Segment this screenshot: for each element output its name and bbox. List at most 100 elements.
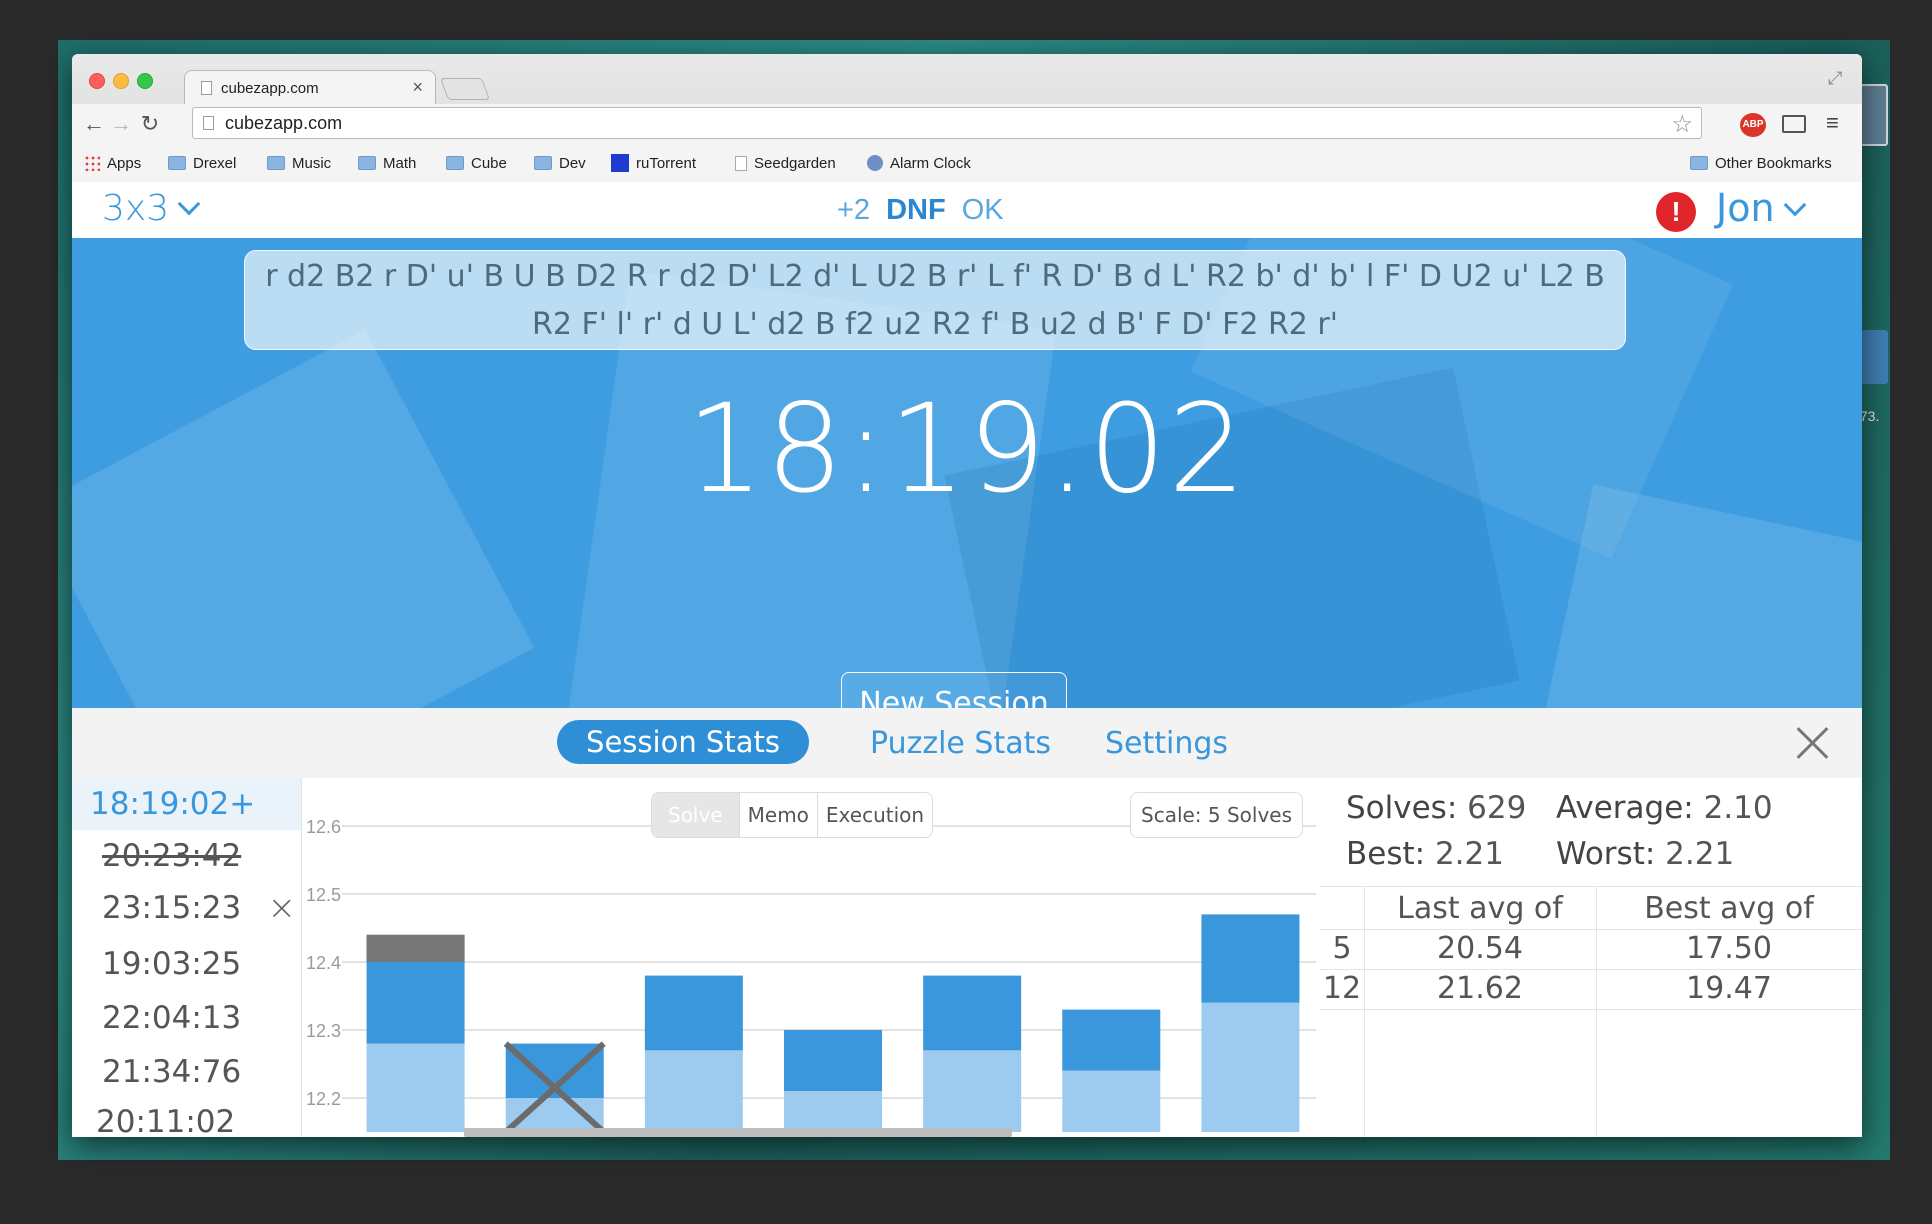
table-divider [1320,929,1862,930]
bar-memo [366,1043,465,1132]
desktop-thumbnail[interactable] [1860,84,1888,146]
table-divider [1320,969,1862,970]
time-item[interactable]: 23:15:23 × [72,882,301,934]
bar-execution [644,975,743,1051]
rutorrent-icon [611,154,629,172]
page-icon [735,155,747,171]
worst-stat: Worst: 2.21 [1556,836,1735,872]
alert-icon[interactable]: ! [1656,192,1696,232]
tab-title: cubezapp.com [221,80,319,97]
new-tab-button[interactable] [439,78,491,100]
chart-scrollbar[interactable] [464,1128,1012,1137]
solves-stat: Solves: 629 [1346,790,1527,826]
tab-settings[interactable]: Settings [1105,726,1228,761]
best-stat: Best: 2.21 [1346,836,1504,872]
browser-toolbar: ← → ↻ cubezapp.com ☆ ABP ≡ [72,104,1862,144]
mode-memo-button[interactable]: Memo [738,793,817,837]
y-tick-label: 12.3 [306,1021,341,1041]
bookmark-seedgarden[interactable]: Seedgarden [735,153,836,173]
new-session-button[interactable]: New Session [841,672,1067,708]
browser-window: cubezapp.com × ⤢ ← → ↻ cubezapp.com ☆ AB… [72,54,1862,1137]
close-icon[interactable] [1794,724,1830,760]
tab-puzzle-stats[interactable]: Puzzle Stats [870,726,1051,761]
address-bar-url[interactable]: cubezapp.com [225,113,342,134]
time-item[interactable]: 21:34:76 [72,1046,301,1098]
address-bar[interactable]: cubezapp.com ☆ [192,107,1702,139]
table-header-best: Best avg of [1644,891,1814,926]
apps-grid-icon [84,155,100,171]
bar-memo [923,1050,1022,1132]
table-row-last: 21.62 [1437,971,1523,1006]
bar-execution [1201,914,1300,1003]
table-row-last: 20.54 [1437,931,1523,966]
time-item[interactable]: 20:11:02 [72,1096,301,1137]
delete-icon[interactable]: × [268,882,297,934]
scramble-text: r d2 B2 r D' u' B U B D2 R r d2 D' L2 d'… [244,250,1626,350]
bar-memo [1062,1070,1161,1132]
time-item[interactable]: 19:03:25 [72,938,301,990]
window-close-button[interactable] [89,73,105,89]
fullscreen-icon[interactable]: ⤢ [1828,68,1848,88]
page-icon [203,116,214,130]
bookmark-cube[interactable]: Cube [446,153,507,173]
bar-execution [923,975,1022,1051]
penalty-dnf-button[interactable]: DNF [886,194,946,227]
time-item[interactable]: 18:19:02+ [72,778,301,830]
bookmark-other[interactable]: Other Bookmarks [1690,153,1832,173]
table-divider [1320,1009,1862,1010]
chevron-down-icon [1783,193,1806,217]
bookmarks-bar: Apps Drexel Music Math Cube Dev ruTorren… [72,144,1862,182]
timer-display: 18:19.02 [686,378,1248,520]
time-item[interactable]: 22:04:13 [72,992,301,1044]
forward-arrow-icon[interactable]: → [108,111,134,137]
y-tick-label: 12.6 [306,817,341,837]
folder-icon [1690,156,1708,170]
adblock-icon[interactable]: ABP [1740,113,1766,137]
y-tick-label: 12.5 [306,885,341,905]
scale-button[interactable]: Scale: 5 Solves [1130,792,1304,838]
window-minimize-button[interactable] [113,73,129,89]
hamburger-menu-icon[interactable]: ≡ [1826,112,1846,134]
bar-execution [1062,1009,1161,1071]
folder-icon [358,156,376,170]
cast-icon[interactable] [1782,115,1806,133]
bar-execution [784,1030,882,1092]
mode-execution-button[interactable]: Execution [816,793,933,837]
time-item[interactable]: 20:23:42 [72,830,301,882]
penalty-plus2-button[interactable]: +2 [837,194,870,227]
browser-tab[interactable]: cubezapp.com × [184,70,436,104]
browser-chrome: cubezapp.com × ⤢ ← → ↻ cubezapp.com ☆ AB… [72,54,1862,182]
bookmark-drexel[interactable]: Drexel [168,153,236,173]
session-chart: 12.6 12.5 12.4 12.3 12.2 Solve Memo Executio… [304,778,1319,1137]
tab-session-stats[interactable]: Session Stats [557,720,809,764]
bookmark-rutorrent[interactable]: ruTorrent [611,153,696,173]
bar-memo [784,1091,882,1132]
bookmark-math[interactable]: Math [358,153,416,173]
bookmark-apps[interactable]: Apps [84,153,141,173]
bookmark-alarm-clock[interactable]: Alarm Clock [867,153,971,173]
clock-icon [867,155,883,171]
puzzle-selector[interactable]: 3x3 [102,188,201,229]
average-stat: Average: 2.10 [1556,790,1773,826]
table-header-last: Last avg of [1397,891,1563,926]
bookmark-dev[interactable]: Dev [534,153,586,173]
session-summary: Solves: 629 Average: 2.10 Best: 2.21 Wor… [1320,778,1862,1137]
bookmark-music[interactable]: Music [267,153,331,173]
window-zoom-button[interactable] [137,73,153,89]
back-arrow-icon[interactable]: ← [81,111,107,137]
bookmark-star-icon[interactable]: ☆ [1671,110,1693,139]
reload-icon[interactable]: ↻ [137,111,163,137]
stats-panel: Session Stats Puzzle Stats Settings 18:1… [72,708,1862,1137]
times-list: 18:19:02+ 20:23:42 23:15:23 × 19:03:25 22… [72,778,302,1137]
mode-solve-button[interactable]: Solve [652,793,739,837]
desktop-thumbnail[interactable] [1860,330,1888,384]
penalty-ok-button[interactable]: OK [962,194,1004,227]
chevron-down-icon [177,192,201,216]
table-row-n: 12 [1322,971,1362,1006]
app-header: 3x3 +2 DNF OK ! Jon [72,182,1862,238]
tab-close-icon[interactable]: × [412,77,423,98]
bar-penalty [366,934,465,962]
user-menu[interactable]: Jon [1716,186,1806,230]
bar-memo [644,1050,743,1132]
timer-area[interactable]: r d2 B2 r D' u' B U B D2 R r d2 D' L2 d'… [72,238,1862,708]
